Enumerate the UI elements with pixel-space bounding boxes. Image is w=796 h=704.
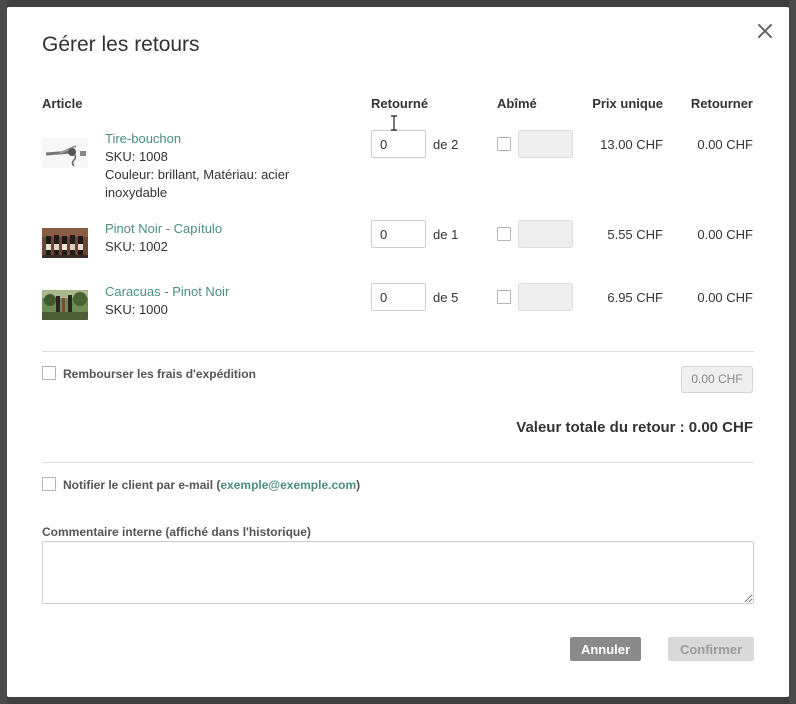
damaged-checkbox[interactable] [497, 137, 511, 151]
notify-label-prefix: Notifier le client par e-mail ( [63, 478, 221, 492]
column-header-refund: Retourner [690, 96, 753, 111]
product-sku: SKU: 1008 [105, 149, 168, 164]
product-options-continued: inoxydable [105, 185, 168, 200]
product-options: Couleur: brillant, Matériau: acier [105, 167, 290, 182]
damaged-checkbox[interactable] [497, 290, 511, 304]
returns-modal: Gérer les retours Article Retourné Abîmé… [7, 7, 789, 697]
damaged-quantity-input[interactable] [518, 220, 573, 248]
returned-quantity-input[interactable] [371, 283, 426, 311]
refund-amount: 0.00 CHF [697, 137, 753, 152]
section-divider [42, 351, 754, 352]
unit-price: 13.00 CHF [600, 137, 663, 152]
unit-price: 5.55 CHF [607, 227, 663, 242]
wine-bottles-image [42, 228, 88, 258]
vineyard-image [42, 290, 88, 320]
product-link-pinot-noir-capitulo[interactable]: Pinot Noir - Capítulo [105, 221, 222, 236]
product-sku: SKU: 1000 [105, 302, 168, 317]
confirm-button[interactable]: Confirmer [668, 637, 754, 661]
damaged-quantity-input[interactable] [518, 130, 573, 158]
notify-customer-label: Notifier le client par e-mail (exemple@e… [63, 478, 360, 492]
customer-email: exemple@exemple.com [220, 478, 357, 492]
product-link-caracuas-pinot-noir[interactable]: Caracuas - Pinot Noir [105, 284, 229, 299]
unit-price: 6.95 CHF [607, 290, 663, 305]
page-backdrop-right [789, 0, 796, 704]
refund-shipping-label: Rembourser les frais d'expédition [63, 367, 256, 381]
damaged-checkbox[interactable] [497, 227, 511, 241]
column-header-unit-price: Prix unique [592, 96, 663, 111]
page-backdrop-left [0, 0, 7, 704]
return-total: Valeur totale du retour : 0.00 CHF [516, 419, 753, 436]
refund-amount: 0.00 CHF [697, 290, 753, 305]
internal-comment-label: Commentaire interne (affiché dans l'hist… [42, 525, 311, 539]
ordered-quantity-label: de 5 [433, 290, 459, 305]
shipping-refund-amount: 0.00 CHF [681, 366, 753, 393]
refund-amount: 0.00 CHF [697, 227, 753, 242]
column-header-returned: Retourné [371, 96, 429, 111]
modal-title: Gérer les retours [42, 33, 200, 56]
product-sku: SKU: 1002 [105, 239, 168, 254]
notify-customer-checkbox[interactable] [42, 477, 56, 491]
refund-shipping-checkbox[interactable] [42, 366, 56, 380]
corkscrew-image [42, 138, 88, 168]
damaged-quantity-input[interactable] [518, 283, 573, 311]
product-link-tire-bouchon[interactable]: Tire-bouchon [105, 131, 181, 146]
close-icon [758, 24, 772, 38]
ordered-quantity-label: de 1 [433, 227, 459, 242]
notify-label-suffix: ) [356, 478, 361, 492]
close-button[interactable] [753, 19, 777, 43]
ordered-quantity-label: de 2 [433, 137, 459, 152]
section-divider [42, 462, 754, 463]
returned-quantity-input[interactable] [371, 220, 426, 248]
internal-comment-textarea[interactable] [42, 541, 754, 604]
column-header-article: Article [42, 96, 83, 111]
returned-quantity-input[interactable] [371, 130, 426, 158]
cancel-button[interactable]: Annuler [570, 637, 641, 661]
column-header-damaged: Abîmé [497, 96, 537, 111]
